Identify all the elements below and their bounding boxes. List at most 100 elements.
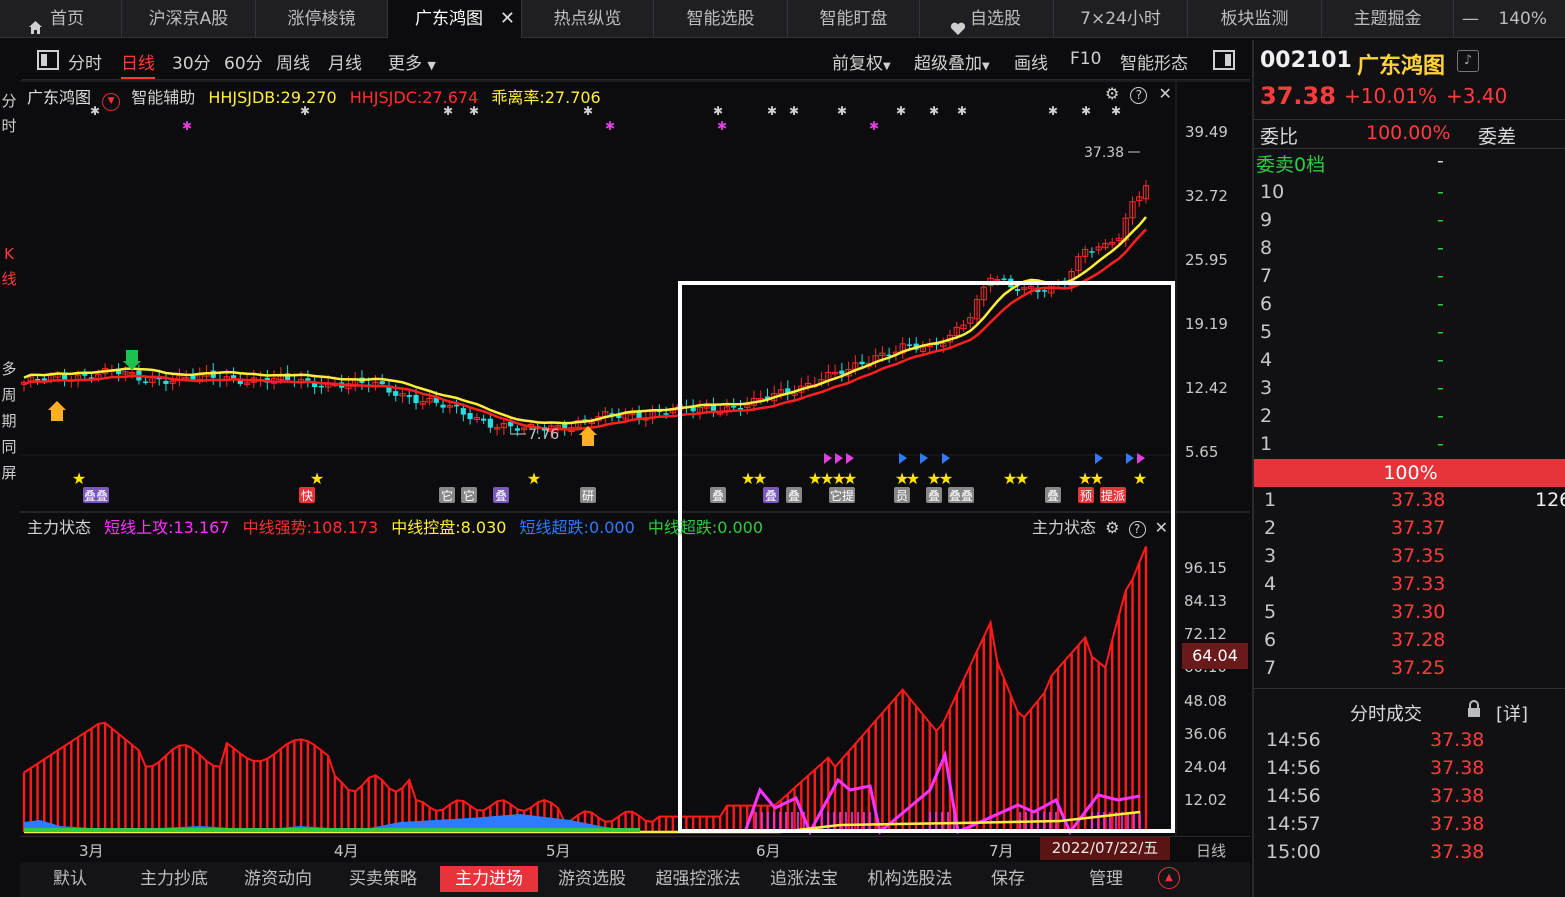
- buy-level-row[interactable]: 4 37.33: [1254, 573, 1565, 601]
- white-star-marker: ✱: [789, 104, 799, 118]
- strategy-tab-bar: 默认 主力抄底 游资动向 买卖策略 主力进场 游资选股 超强控涨法 追涨法宝 机…: [20, 862, 1250, 897]
- buy-level-row[interactable]: 1 37.38 126: [1254, 489, 1565, 517]
- sell-level-row[interactable]: 1 -: [1254, 433, 1565, 461]
- strategy-manage-button[interactable]: 管理: [1078, 866, 1134, 892]
- sell-level-number: 6: [1260, 293, 1273, 315]
- x-month: 7月: [989, 842, 1014, 860]
- trades-title: 分时成交: [1350, 704, 1422, 725]
- zoom-minus-button[interactable]: —: [1462, 9, 1479, 29]
- sell-level-row[interactable]: 10 -: [1254, 181, 1565, 209]
- current-value-badge: 64.04: [1182, 643, 1248, 669]
- white-star-marker: ✱: [896, 104, 906, 118]
- strategy-tab-trade[interactable]: 买卖策略: [341, 866, 425, 892]
- sell-level-row[interactable]: 3 -: [1254, 377, 1565, 405]
- main-chart-header: 广东鸿图 ▼ 智能辅助 HHJSJDB:29.270 HHJSJDC:27.67…: [27, 84, 601, 111]
- marker-badge-label: 它: [441, 488, 453, 503]
- strategy-tab-hot-money[interactable]: 游资动向: [236, 866, 320, 892]
- sell-level-row[interactable]: 9 -: [1254, 209, 1565, 237]
- sell-level-row[interactable]: 8 -: [1254, 237, 1565, 265]
- marker-badge-label: 叠: [928, 489, 940, 503]
- x-month: 3月: [79, 842, 104, 860]
- sell-level-number: 3: [1260, 377, 1273, 399]
- settings-icon[interactable]: ⚙: [1105, 518, 1119, 537]
- strategy-tab-main-entry[interactable]: 主力进场: [440, 866, 538, 892]
- strategy-tab-strong-control[interactable]: 超强控涨法: [650, 866, 746, 892]
- yellow-star-marker: ★: [906, 469, 920, 488]
- lock-icon[interactable]: [1466, 700, 1482, 722]
- buy-level-row[interactable]: 3 37.35: [1254, 545, 1565, 573]
- strategy-save-button[interactable]: 保存: [980, 866, 1036, 892]
- candle-body: [393, 391, 399, 396]
- indicator-short-attack: 短线上攻:13.167: [104, 518, 230, 537]
- marker-badge-label: 叠: [765, 489, 777, 503]
- strategy-tab-bottom-fish[interactable]: 主力抄底: [132, 866, 216, 892]
- sell-level-number: 9: [1260, 209, 1273, 231]
- strategy-tab-institution[interactable]: 机构选股法: [860, 866, 960, 892]
- buy-level-row[interactable]: 6 37.28: [1254, 629, 1565, 657]
- sell-level-price: -: [1437, 349, 1444, 371]
- help-icon[interactable]: ?: [1130, 87, 1148, 104]
- tab-theme[interactable]: 主题掘金: [1322, 0, 1454, 38]
- candle-body: [379, 381, 385, 385]
- weicha-label: 委差: [1478, 126, 1517, 148]
- kline-chart[interactable]: 37.387.76✱ ✱ ✱ ✱ ✱ ✱ ✱ ✱ ✱ ✱ ✱ ✱ ✱ ✱ ✱✱ ✱ ✱ ✱★ ★ ★ ★★ ★★★★ ★★ ★…: [0, 0, 1250, 862]
- marker-badge-label: 它提: [830, 488, 854, 503]
- y-tick: 12.42: [1185, 379, 1228, 397]
- marker-badge-label: 叠叠: [949, 489, 973, 503]
- white-star-marker: ✱: [1111, 104, 1121, 118]
- settings-icon[interactable]: ⚙: [1105, 84, 1119, 103]
- strategy-tab-default[interactable]: 默认: [30, 866, 110, 892]
- stock-name: 广东鸿图: [1357, 54, 1446, 79]
- sell-level-row[interactable]: 5 -: [1254, 321, 1565, 349]
- sell-level-row[interactable]: 2 -: [1254, 405, 1565, 433]
- x-month: 5月: [546, 842, 571, 860]
- bell-icon[interactable]: ♪: [1457, 50, 1479, 72]
- candle-body: [413, 395, 419, 404]
- sell-level-row[interactable]: 7 -: [1254, 265, 1565, 293]
- buy-level-price: 37.35: [1391, 545, 1446, 567]
- marker-badge-label: 叠: [495, 489, 507, 503]
- buy-level-number: 2: [1264, 517, 1277, 539]
- trade-price: 37.38: [1430, 785, 1485, 807]
- trade-price: 37.38: [1430, 757, 1485, 779]
- candle-body: [34, 378, 41, 381]
- ma-line-yellow: [23, 216, 1147, 425]
- weibi-value: 100.00%: [1366, 122, 1451, 144]
- close-icon[interactable]: ✕: [1159, 84, 1172, 103]
- trade-row: 14:56 37.38: [1254, 785, 1565, 813]
- high-price-label: 37.38: [1084, 145, 1124, 161]
- buy-level-row[interactable]: 7 37.25: [1254, 657, 1565, 685]
- trades-detail-link[interactable]: [详]: [1496, 700, 1528, 726]
- trade-row: 14:57 37.38: [1254, 813, 1565, 841]
- weibi-label: 委比: [1260, 126, 1299, 148]
- candle-body: [406, 395, 412, 397]
- buy-level-row[interactable]: 2 37.37: [1254, 517, 1565, 545]
- close-icon[interactable]: ✕: [1155, 518, 1168, 537]
- sell-level-row[interactable]: 6 -: [1254, 293, 1565, 321]
- zoom-control[interactable]: — 140%: [1462, 0, 1547, 38]
- sell-level-row[interactable]: 4 -: [1254, 349, 1565, 377]
- pink-star-marker: ✱: [869, 119, 879, 133]
- candle-body: [1042, 290, 1048, 292]
- sell-level-price: -: [1437, 293, 1444, 315]
- sell-zero-value: -: [1437, 150, 1444, 172]
- white-star-marker: ✱: [1081, 104, 1091, 118]
- buy-level-row[interactable]: 5 37.30: [1254, 601, 1565, 629]
- candle-body: [190, 375, 196, 380]
- pink-star-marker: ✱: [182, 119, 192, 133]
- candle-body: [906, 344, 913, 346]
- expand-up-icon[interactable]: ▲: [1158, 867, 1180, 889]
- x-month: 6月: [756, 842, 781, 860]
- strategy-tab-hot-select[interactable]: 游资选股: [550, 866, 634, 892]
- trade-row: 14:56 37.38: [1254, 757, 1565, 785]
- trade-row: 14:56 37.38: [1254, 729, 1565, 757]
- sell-level-price: -: [1437, 181, 1444, 203]
- help-icon[interactable]: ?: [1128, 521, 1146, 538]
- indicator-dropdown-icon[interactable]: ▼: [102, 93, 121, 111]
- strategy-tab-chase[interactable]: 追涨法宝: [762, 866, 846, 892]
- buy-level-number: 1: [1264, 489, 1277, 511]
- buy-level-price: 37.25: [1391, 657, 1446, 679]
- trade-price: 37.38: [1430, 841, 1485, 863]
- marker-badge-label: 快: [301, 489, 313, 503]
- sell-level-price: -: [1437, 405, 1444, 427]
